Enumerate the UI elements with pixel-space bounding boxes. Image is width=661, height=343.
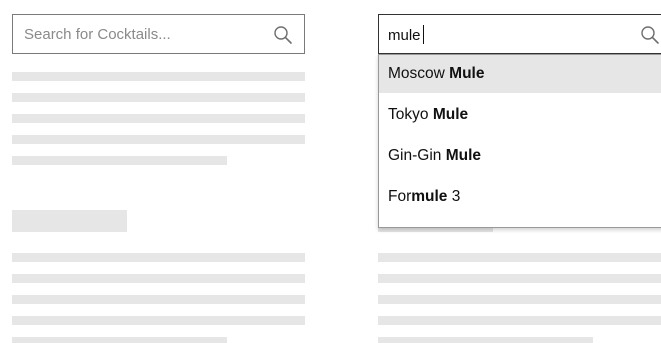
placeholder-line	[12, 114, 305, 123]
cocktail-search-box-active[interactable]: mule	[378, 14, 661, 54]
placeholder-line	[378, 295, 661, 304]
placeholder-line	[12, 295, 305, 304]
suggestion-item[interactable]: Tokyo Mule	[379, 96, 661, 134]
search-icon[interactable]	[639, 24, 661, 46]
placeholder-line	[378, 274, 661, 283]
suggestion-item[interactable]: Gin-Gin Mule	[379, 137, 661, 175]
suggestion-item[interactable]: Moscow Mule	[379, 55, 661, 93]
placeholder-line	[12, 93, 305, 102]
suggestion-prefix: For	[388, 188, 412, 205]
search-input[interactable]: mule	[388, 25, 424, 46]
suggestion-prefix: Gin-Gin	[388, 147, 446, 164]
placeholder-line	[378, 253, 661, 262]
suggestion-suffix: 3	[447, 188, 461, 205]
cocktail-search-box[interactable]: Search for Cocktails...	[12, 14, 305, 54]
suggestion-match: mule	[411, 188, 448, 205]
placeholder-line	[12, 72, 305, 81]
search-input-value: mule	[388, 27, 421, 44]
screen: Search for Cocktails... mule Moscow Mule…	[0, 0, 661, 343]
placeholder-heading	[12, 210, 127, 232]
suggestion-match: Mule	[432, 106, 469, 123]
placeholder-line	[12, 253, 305, 262]
placeholder-line	[12, 156, 227, 165]
search-icon[interactable]	[272, 24, 294, 46]
suggestion-prefix: Tokyo	[388, 106, 433, 123]
suggestion-match: Mule	[449, 65, 485, 82]
search-placeholder: Search for Cocktails...	[24, 26, 171, 43]
suggestion-list: Moscow Mule Tokyo Mule Gin-Gin Mule Form…	[378, 54, 661, 228]
suggestion-item[interactable]: Formule 3	[379, 178, 661, 216]
suggestion-prefix: Moscow	[388, 65, 450, 82]
placeholder-line	[12, 337, 227, 343]
text-caret	[422, 25, 424, 44]
placeholder-line	[378, 316, 661, 325]
placeholder-line	[12, 316, 305, 325]
suggestion-match: Mule	[445, 147, 482, 164]
placeholder-line	[12, 135, 305, 144]
placeholder-line	[12, 274, 305, 283]
placeholder-line	[378, 337, 593, 343]
